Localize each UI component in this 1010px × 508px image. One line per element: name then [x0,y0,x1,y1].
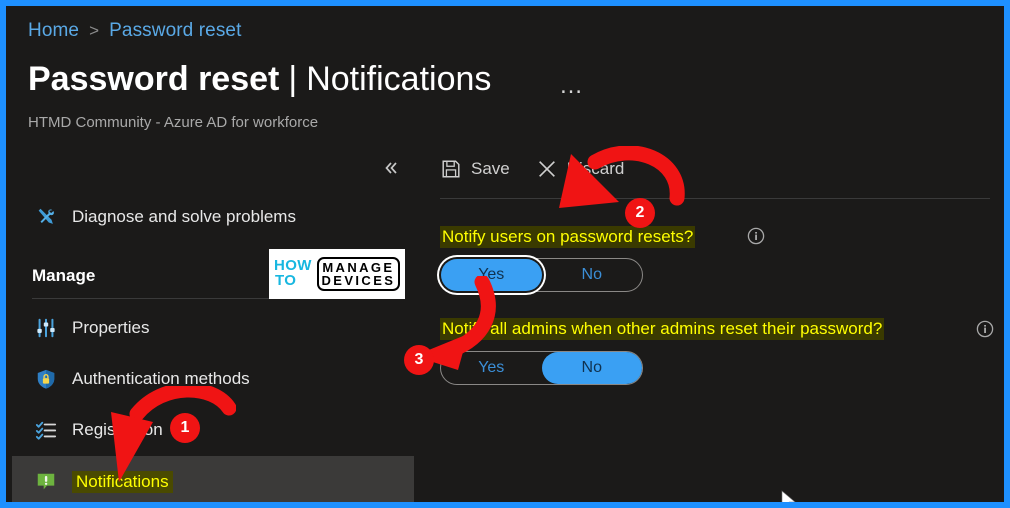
sidebar-collapse-button[interactable] [378,155,404,181]
setting-1-toggle[interactable]: Yes No [440,258,643,292]
setting-2-option-no[interactable]: No [541,352,642,384]
sidebar-item-diagnose-label: Diagnose and solve problems [72,207,296,226]
tools-icon [32,205,60,229]
more-menu-button[interactable]: … [559,74,585,98]
annotation-badge-1: 1 [171,414,199,442]
sidebar-item-notifications-label: Notifications [72,471,173,493]
save-button-label: Save [471,159,510,178]
htmd-managedevices-box: MANAGE DEVICES [316,257,400,291]
page-title-secondary: Notifications [306,60,492,98]
sidebar-item-registration-label: Registration [72,420,163,439]
htmd-to: TO [275,272,297,289]
notification-bubble-icon [32,470,60,494]
htmd-howto-text: HOW TO [274,258,312,289]
setting-1-option-yes[interactable]: Yes [441,259,542,291]
setting-2-option-yes[interactable]: Yes [441,352,542,384]
setting-1-question: Notify users on password resets? [440,226,696,248]
breadcrumb-separator-icon: > [89,21,100,40]
breadcrumb-home[interactable]: Home [28,20,79,42]
sidebar-item-diagnose[interactable]: Diagnose and solve problems [12,196,414,238]
sidebar: Diagnose and solve problems Manage Prope… [12,146,414,502]
shield-lock-icon [32,367,60,391]
floppy-disk-icon [442,160,460,178]
setting-2-toggle[interactable]: Yes No [440,351,643,385]
sidebar-group-manage: Manage [32,266,96,285]
sidebar-item-properties-label: Properties [72,318,150,337]
setting-2-info-icon[interactable] [976,320,994,338]
browser-window: Home > Password reset Password reset | N… [0,0,1010,508]
breadcrumb: Home > Password reset [28,20,241,42]
command-bar-divider [440,198,990,199]
setting-2-question: Notify all admins when other admins rese… [440,318,885,340]
discard-button[interactable]: Discard [536,158,625,180]
sidebar-item-authentication-methods-label: Authentication methods [72,369,250,388]
sidebar-item-notifications[interactable]: Notifications [12,456,414,502]
checklist-icon [32,418,60,442]
page-title: Password reset | Notifications [28,60,491,99]
htmd-devices: DEVICES [321,273,396,288]
discard-button-label: Discard [566,159,625,178]
page-title-primary: Password reset [28,60,280,98]
sidebar-item-properties[interactable]: Properties [12,307,414,349]
annotation-badge-3: 3 [405,346,433,374]
breadcrumb-password-reset[interactable]: Password reset [109,20,241,42]
page-title-divider: | [288,60,298,98]
setting-1-option-no[interactable]: No [542,259,643,291]
setting-1-info-icon[interactable] [747,227,765,245]
sidebar-item-authentication-methods[interactable]: Authentication methods [12,358,414,400]
sidebar-item-registration[interactable]: Registration [12,409,414,451]
htmd-watermark-logo: HOW TO MANAGE DEVICES [269,249,405,299]
command-bar: Save Discard [440,158,624,180]
sliders-icon [32,316,60,340]
main-content: Save Discard Notify users on password re… [426,146,998,496]
annotation-badge-2: 2 [626,199,654,227]
page-subtitle: HTMD Community - Azure AD for workforce [28,114,319,131]
save-button[interactable]: Save [440,158,510,180]
close-x-icon [538,161,555,177]
double-chevron-left-icon [385,162,397,174]
